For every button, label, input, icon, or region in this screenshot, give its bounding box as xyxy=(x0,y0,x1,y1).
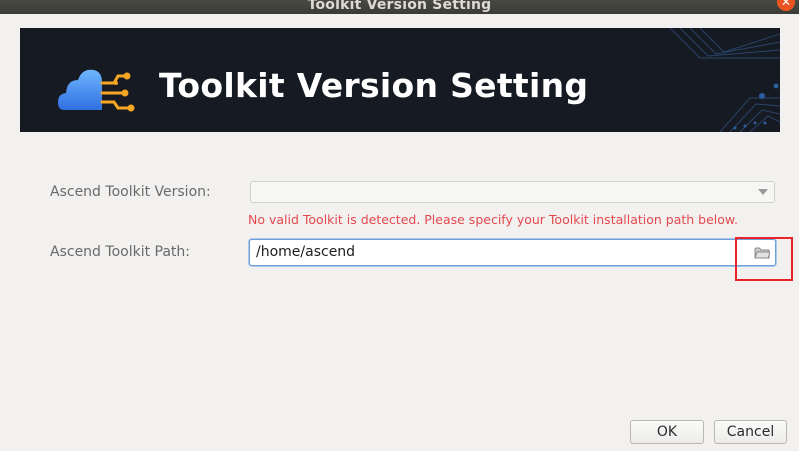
circuit-decoration xyxy=(669,28,780,132)
error-message: No valid Toolkit is detected. Please spe… xyxy=(248,212,738,227)
ok-button[interactable]: OK xyxy=(630,420,704,444)
banner: Toolkit Version Setting xyxy=(20,28,780,132)
window-title: Toolkit Version Setting xyxy=(307,0,492,13)
browse-button-highlight xyxy=(735,237,793,281)
toolkit-path-value: /home/ascend xyxy=(256,244,356,260)
chevron-down-icon[interactable] xyxy=(758,189,768,195)
toolkit-version-label: Ascend Toolkit Version: xyxy=(50,184,211,200)
cancel-button[interactable]: Cancel xyxy=(714,420,787,444)
title-bar: Toolkit Version Setting ✕ xyxy=(0,0,799,14)
toolkit-path-input[interactable]: /home/ascend xyxy=(249,239,776,266)
cloud-circuit-logo-icon xyxy=(58,69,135,112)
banner-heading: Toolkit Version Setting xyxy=(159,66,589,105)
toolkit-version-dropdown[interactable] xyxy=(250,181,775,203)
toolkit-path-label: Ascend Toolkit Path: xyxy=(50,244,190,260)
